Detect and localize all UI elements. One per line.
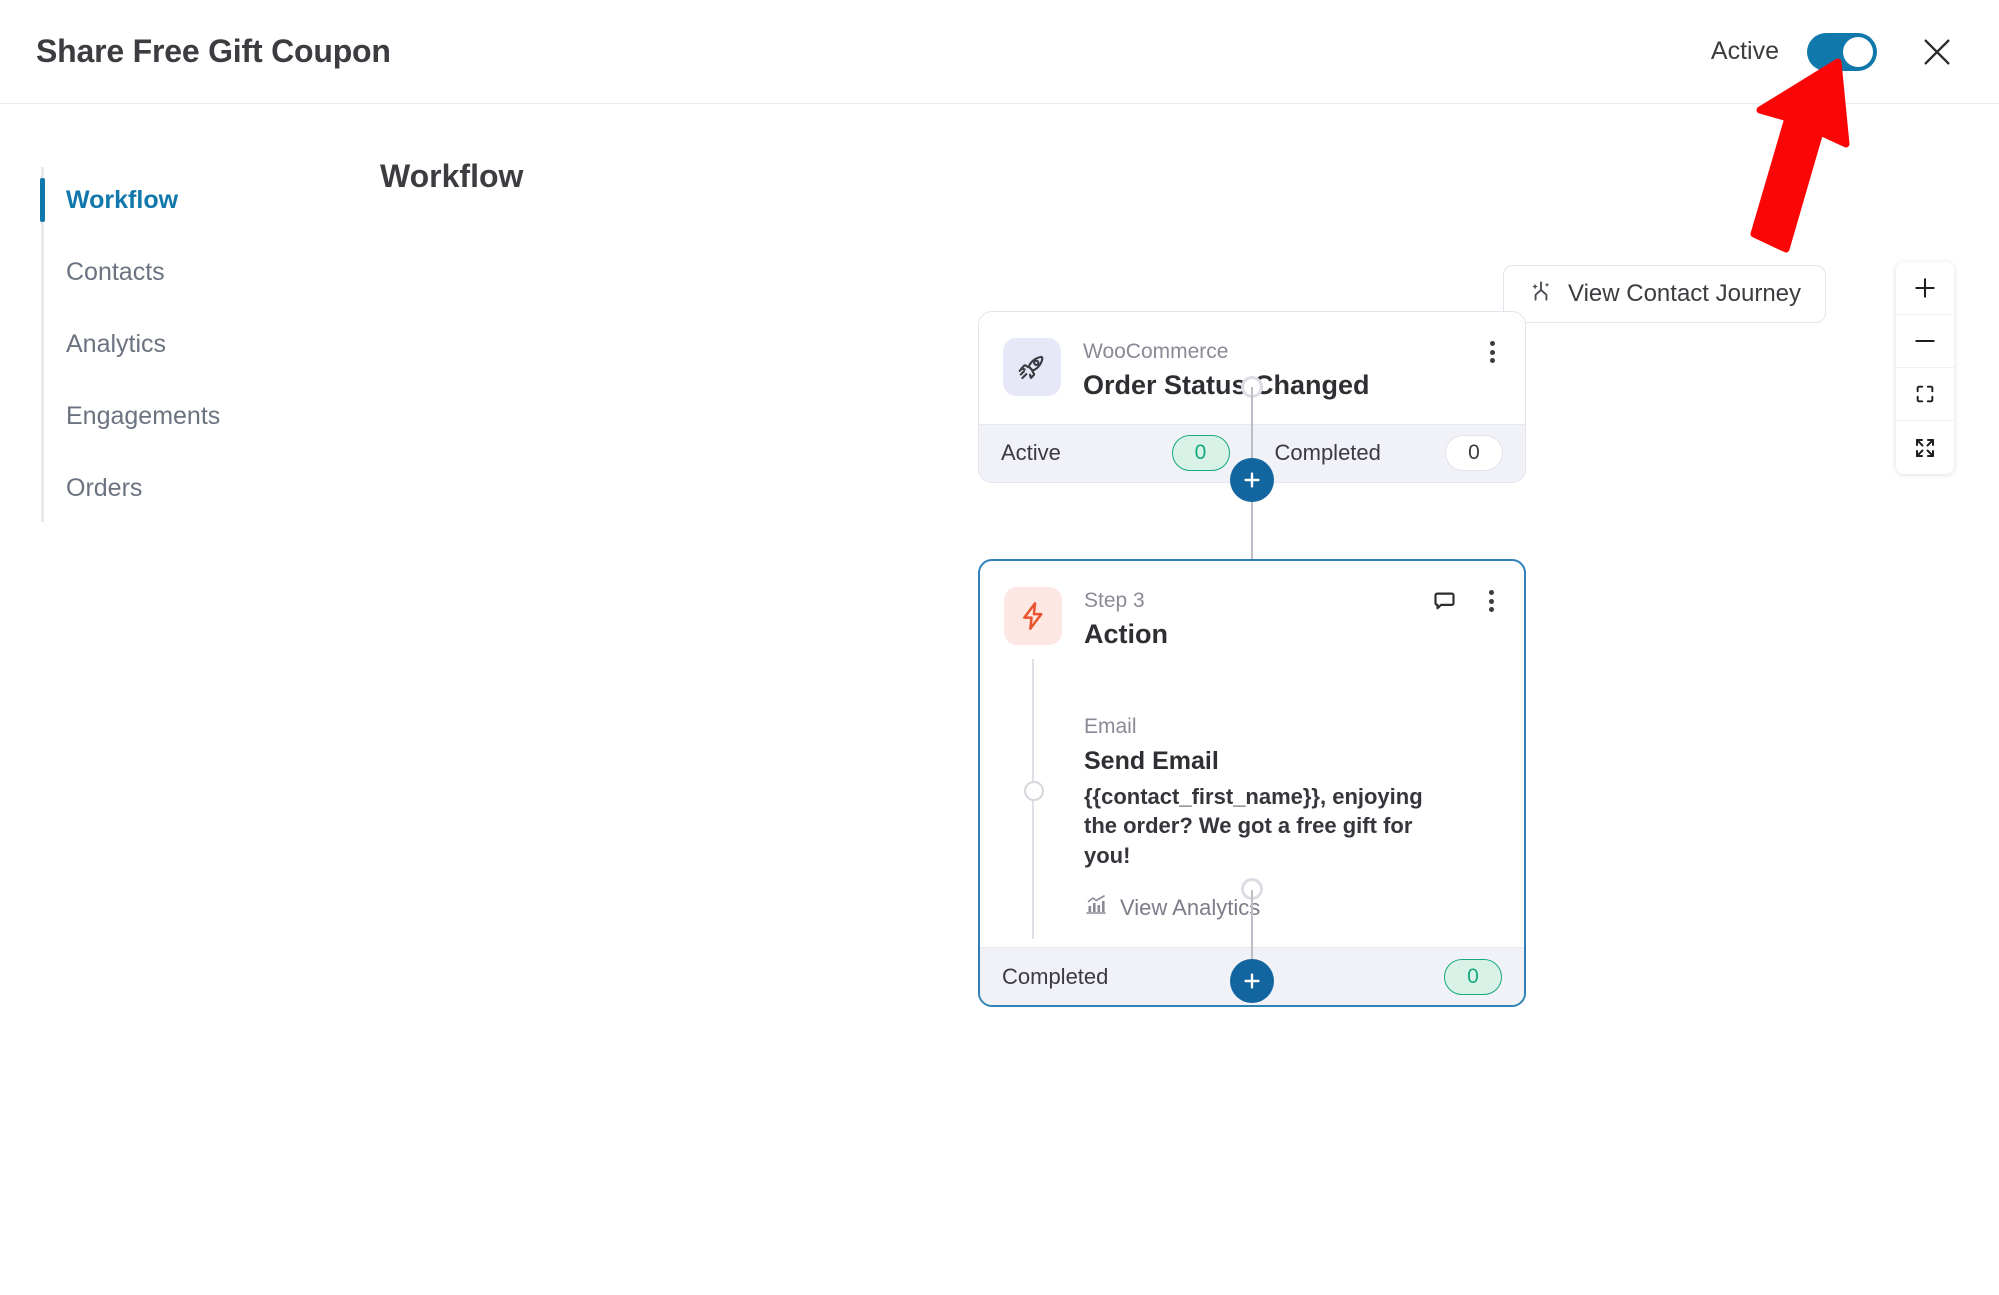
action-timeline-dot	[1024, 780, 1044, 801]
header-actions: Active	[1711, 30, 1959, 74]
stat-label: Active	[1001, 440, 1061, 466]
page-title: Share Free Gift Coupon	[36, 33, 391, 69]
stat-label: Completed	[1002, 963, 1109, 989]
more-vertical-icon[interactable]	[1480, 587, 1502, 615]
rocket-icon	[1003, 338, 1061, 396]
sidebar-item-label: Contacts	[66, 257, 165, 286]
action-step-label: Step 3	[1084, 589, 1145, 612]
action-detail-name: Send Email	[1084, 746, 1219, 775]
sidebar-item-label: Orders	[66, 473, 143, 502]
zoom-out-button[interactable]	[1896, 315, 1954, 368]
fit-screen-icon[interactable]	[1896, 368, 1954, 421]
status-label: Active	[1710, 37, 1779, 65]
more-vertical-icon[interactable]	[1481, 338, 1503, 366]
sidebar-item-label: Analytics	[66, 329, 167, 358]
stat-value: 0	[1444, 958, 1502, 995]
sidebar-item-engagements[interactable]: Engagements	[0, 380, 330, 452]
add-step-after-action[interactable]	[1230, 959, 1274, 1003]
trigger-stat-completed: Completed 0	[1251, 424, 1526, 482]
trigger-node-text: WooCommerce Order Status Changed	[1083, 338, 1370, 402]
close-icon[interactable]	[1915, 30, 1959, 74]
trigger-stat-active: Active 0	[979, 425, 1252, 482]
stat-value: 0	[1171, 435, 1230, 472]
zoom-controls	[1896, 262, 1954, 474]
comment-bubble-icon[interactable]	[1431, 588, 1458, 615]
bar-chart-icon	[1084, 893, 1108, 923]
lightning-bolt-icon	[1004, 587, 1062, 645]
sidebar-item-orders[interactable]: Orders	[0, 452, 330, 524]
view-contact-journey-button[interactable]: View Contact Journey	[1503, 265, 1827, 323]
sidebar-item-label: Engagements	[66, 401, 221, 430]
app-header: Share Free Gift Coupon Active	[0, 0, 1999, 104]
sidebar-item-analytics[interactable]: Analytics	[0, 308, 330, 380]
trigger-node-actions	[1481, 338, 1503, 366]
action-node-actions	[1431, 587, 1502, 615]
action-detail-type: Email	[1084, 714, 1137, 738]
sidebar: Workflow Contacts Analytics Engagements …	[0, 104, 330, 1295]
expand-arrows-icon[interactable]	[1896, 421, 1954, 474]
sidebar-item-label: Workflow	[66, 185, 179, 214]
action-title: Action	[1084, 619, 1168, 650]
journey-button-label: View Contact Journey	[1568, 280, 1802, 307]
canvas-heading: Workflow	[380, 158, 524, 194]
add-step-after-trigger[interactable]	[1230, 458, 1274, 502]
action-detail-description: {{contact_first_name}}, enjoying the ord…	[1084, 783, 1423, 869]
view-analytics-link[interactable]: View Analytics	[1084, 893, 1500, 923]
workflow-canvas[interactable]: Workflow View Contact Journey WooCommerc…	[330, 104, 1999, 1295]
trigger-source-label: WooCommerce	[1083, 340, 1229, 363]
action-node-header: Step 3 Action	[980, 561, 1524, 673]
view-analytics-label: View Analytics	[1120, 895, 1261, 921]
journey-branch-icon	[1528, 278, 1554, 311]
trigger-title: Order Status Changed	[1083, 370, 1370, 401]
stat-value: 0	[1445, 435, 1503, 472]
action-node-text: Step 3 Action	[1084, 587, 1168, 651]
toggle-knob	[1843, 36, 1873, 67]
active-toggle[interactable]	[1807, 32, 1877, 71]
zoom-in-button[interactable]	[1896, 262, 1954, 315]
sidebar-item-contacts[interactable]: Contacts	[0, 236, 330, 308]
sidebar-item-workflow[interactable]: Workflow	[0, 164, 330, 236]
stat-label: Completed	[1274, 440, 1381, 466]
